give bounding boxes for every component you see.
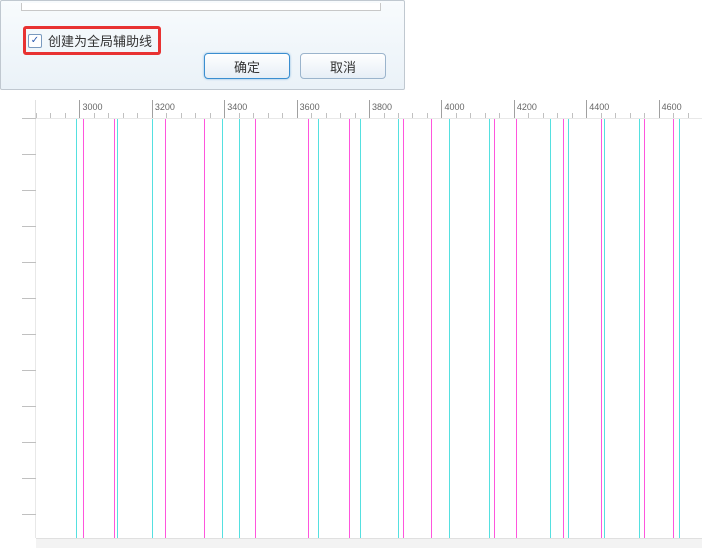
cyan-guide[interactable]	[449, 119, 450, 538]
check-icon: ✓	[31, 36, 39, 46]
ruler-corner	[22, 100, 36, 118]
cyan-guide[interactable]	[679, 119, 680, 538]
magenta-guide[interactable]	[114, 119, 115, 538]
horizontal-ruler[interactable]: 3000 3200 3400 3600 3800 4000 4200 4400 4600	[22, 100, 702, 118]
magenta-guide[interactable]	[204, 119, 205, 538]
ruler-major-tick	[224, 100, 225, 118]
cyan-guide[interactable]	[239, 119, 240, 538]
global-guide-checkbox[interactable]: ✓	[28, 34, 42, 48]
magenta-guide[interactable]	[494, 119, 495, 538]
ruler-label: 3400	[227, 102, 247, 112]
magenta-guide[interactable]	[431, 119, 432, 538]
cancel-button[interactable]: 取消	[300, 53, 386, 79]
input-field-fragment[interactable]	[21, 3, 381, 11]
vruler-tick	[22, 442, 36, 443]
ok-button[interactable]: 确定	[204, 53, 290, 79]
ruler-label: 3800	[372, 102, 392, 112]
cyan-guide[interactable]	[639, 119, 640, 538]
ruler-label: 4400	[589, 102, 609, 112]
ruler-major-tick	[586, 100, 587, 118]
ruler-label: 4200	[517, 102, 537, 112]
vruler-tick	[22, 226, 36, 227]
ruler-major-tick	[659, 100, 660, 118]
ruler-major-tick	[79, 100, 80, 118]
ruler-label: 3000	[82, 102, 102, 112]
magenta-guide[interactable]	[601, 119, 602, 538]
ruler-label: 4000	[444, 102, 464, 112]
ok-button-label: 确定	[234, 57, 260, 76]
magenta-guide[interactable]	[403, 119, 404, 538]
vruler-tick	[22, 190, 36, 191]
vruler-tick	[22, 370, 36, 371]
cancel-button-label: 取消	[330, 57, 356, 76]
cyan-guide[interactable]	[117, 119, 118, 538]
ruler-label: 3600	[300, 102, 320, 112]
cyan-guide[interactable]	[318, 119, 319, 538]
vertical-ruler[interactable]	[22, 118, 36, 538]
vruler-tick	[22, 262, 36, 263]
cyan-guide[interactable]	[152, 119, 153, 538]
ruler-major-tick	[297, 100, 298, 118]
cyan-guide[interactable]	[604, 119, 605, 538]
ruler-label: 4600	[662, 102, 682, 112]
cyan-guide[interactable]	[76, 119, 77, 538]
vruler-tick	[22, 478, 36, 479]
dialog-button-row: 确定 取消	[204, 53, 386, 79]
vruler-tick	[22, 298, 36, 299]
ruler-track: 3000 3200 3400 3600 3800 4000 4200 4400 4600	[36, 100, 702, 118]
ruler-major-tick	[441, 100, 442, 118]
magenta-guide[interactable]	[308, 119, 309, 538]
ruler-major-tick	[514, 100, 515, 118]
cyan-guide[interactable]	[568, 119, 569, 538]
ruler-major-tick	[152, 100, 153, 118]
cyan-guide[interactable]	[398, 119, 399, 538]
cyan-guide[interactable]	[360, 119, 361, 538]
cyan-guide[interactable]	[550, 119, 551, 538]
cyan-guide[interactable]	[222, 119, 223, 538]
vruler-tick	[22, 154, 36, 155]
dialog-panel: ✓ 创建为全局辅助线 确定 取消	[0, 0, 405, 90]
magenta-guide[interactable]	[644, 119, 645, 538]
vruler-tick	[22, 118, 36, 119]
magenta-guide[interactable]	[255, 119, 256, 538]
vruler-tick	[22, 406, 36, 407]
global-guide-label: 创建为全局辅助线	[48, 31, 152, 50]
highlight-box: ✓ 创建为全局辅助线	[23, 26, 161, 55]
horizontal-scrollbar[interactable]	[36, 538, 702, 548]
magenta-guide[interactable]	[673, 119, 674, 538]
magenta-guide[interactable]	[516, 119, 517, 538]
vruler-tick	[22, 334, 36, 335]
guide-viewport[interactable]	[36, 118, 702, 538]
magenta-guide[interactable]	[563, 119, 564, 538]
ruler-major-tick	[369, 100, 370, 118]
cyan-guide[interactable]	[489, 119, 490, 538]
magenta-guide[interactable]	[165, 119, 166, 538]
magenta-guide[interactable]	[83, 119, 84, 538]
vruler-tick	[22, 514, 36, 515]
canvas-area: 3000 3200 3400 3600 3800 4000 4200 4400 4600	[22, 100, 702, 548]
magenta-guide[interactable]	[349, 119, 350, 538]
ruler-label: 3200	[155, 102, 175, 112]
